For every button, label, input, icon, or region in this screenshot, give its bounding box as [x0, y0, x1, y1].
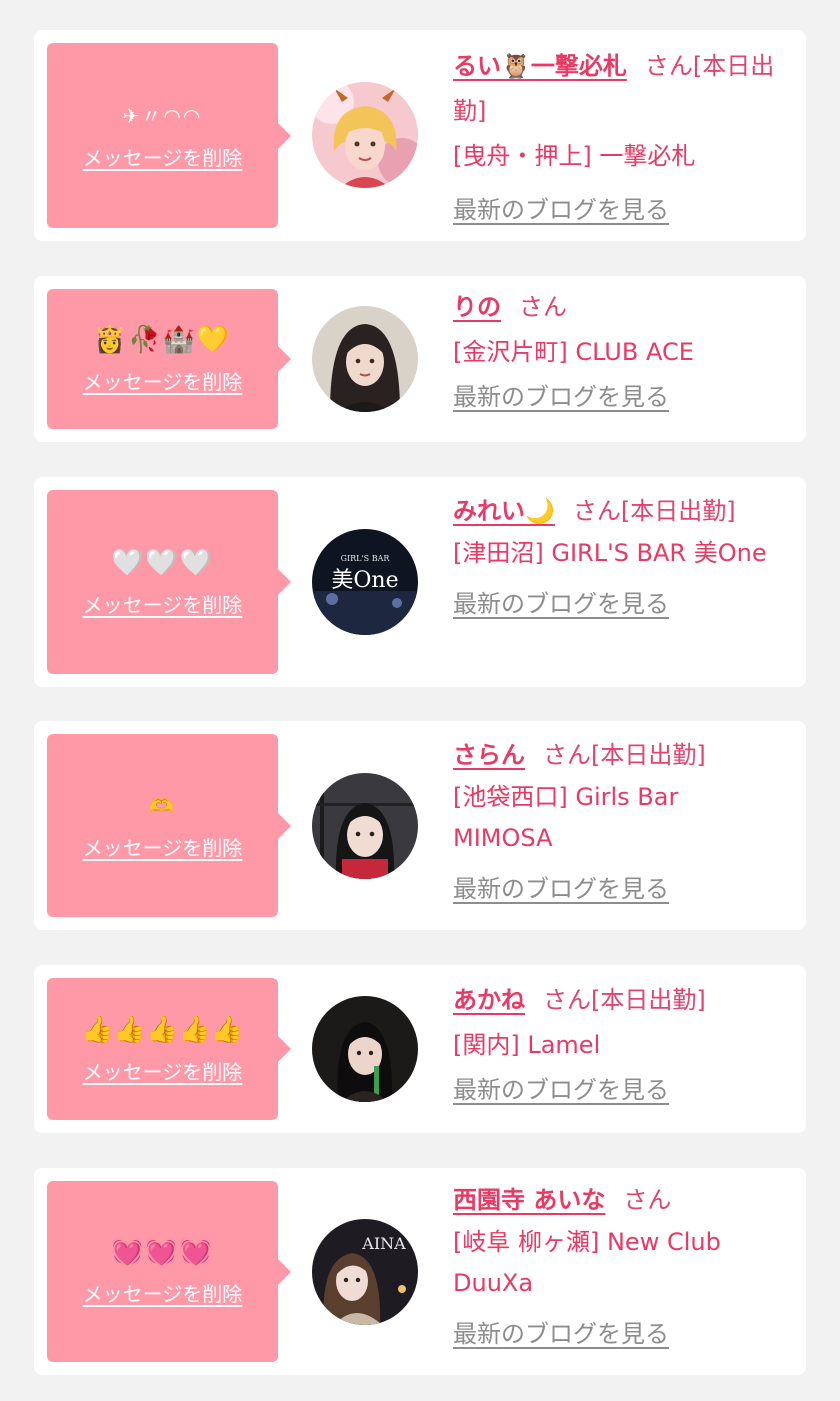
latest-blog-link[interactable]: 最新のブログを見る [453, 868, 669, 911]
shop-label: [岐阜 柳ヶ瀬] New Club DuuXa [453, 1228, 721, 1297]
message-card: 🤍🤍🤍 メッセージを削除 GIRL'S BAR 美One みれい🌙 さん[本日出勤… [34, 477, 806, 687]
shop-label: [曳舟・押上] 一撃必札 [453, 142, 696, 170]
message-bubble[interactable]: 🫶 メッセージを削除 [47, 734, 291, 917]
message-bubble[interactable]: ✈︎〃◠◠ メッセージを削除 [47, 43, 291, 228]
avatar[interactable]: AINA [312, 1219, 418, 1325]
message-bubble[interactable]: 👸🥀🏰💛 メッセージを削除 [47, 289, 291, 429]
name-row: りの さん [453, 285, 784, 330]
girl-info: るい🦉一撃必札 さん[本日出勤] [曳舟・押上] 一撃必札 最新のブログを見る [453, 44, 784, 233]
girl-info: あかね さん[本日出勤] [関内] Lamel 最新のブログを見る [453, 978, 784, 1113]
name-row: あかね さん[本日出勤] [453, 978, 784, 1023]
status-label: [本日出勤] [620, 497, 736, 525]
delete-message-link[interactable]: メッセージを削除 [83, 142, 243, 171]
san-suffix: さん [543, 741, 591, 769]
avatar[interactable] [312, 773, 418, 879]
girl-info: 西園寺 あいな さん [岐阜 柳ヶ瀬] New Club DuuXa 最新のブログ… [453, 1179, 784, 1356]
delete-message-link[interactable]: メッセージを削除 [83, 1056, 243, 1085]
girl-name-link[interactable]: りの [453, 293, 501, 321]
message-card: 👸🥀🏰💛 メッセージを削除 りの さん [金沢片町] CLUB ACE 最新のブロ… [34, 276, 806, 442]
name-row: みれい🌙 さん[本日出勤] [453, 490, 784, 533]
status-label: [本日出勤] [591, 741, 706, 769]
message-card: 💓💓💓 メッセージを削除 AINA 西園寺 あいな さん [岐阜 柳ヶ瀬] New… [34, 1168, 806, 1375]
shop-label: [金沢片町] CLUB ACE [453, 338, 694, 366]
avatar-logo-main: AINA [361, 1234, 406, 1253]
girl-name-link[interactable]: さらん [453, 741, 525, 769]
san-suffix: さん [572, 497, 621, 525]
message-bubble[interactable]: 💓💓💓 メッセージを削除 [47, 1181, 291, 1362]
message-bubble[interactable]: 👍👍👍👍👍 メッセージを削除 [47, 978, 291, 1120]
shop-label: [関内] Lamel [453, 1031, 601, 1059]
message-card: ✈︎〃◠◠ メッセージを削除 るい🦉一撃必札 さん[本日出勤] [曳舟・押上] 一… [34, 30, 806, 241]
message-card: 👍👍👍👍👍 メッセージを削除 あかね さん[本日出勤] [関内] Lamel 最新… [34, 965, 806, 1133]
girl-name-link[interactable]: 西園寺 あいな [453, 1186, 605, 1214]
shop-label: [池袋西口] Girls Bar MIMOSA [453, 783, 679, 852]
message-text: 🫶 [149, 794, 176, 818]
girl-info: りの さん [金沢片町] CLUB ACE 最新のブログを見る [453, 285, 784, 420]
name-row: るい🦉一撃必札 さん[本日出勤] [453, 44, 784, 134]
message-bubble[interactable]: 🤍🤍🤍 メッセージを削除 [47, 490, 291, 674]
girl-info: みれい🌙 さん[本日出勤] [津田沼] GIRL'S BAR 美One 最新のブロ… [453, 490, 784, 626]
avatar-logo-top: GIRL'S BAR [341, 554, 391, 563]
girl-info: さらん さん[本日出勤] [池袋西口] Girls Bar MIMOSA 最新のブ… [453, 734, 784, 911]
girl-name-link[interactable]: あかね [453, 986, 525, 1014]
avatar[interactable] [312, 82, 418, 188]
message-card: 🫶 メッセージを削除 さらん さん[本日出勤] [池袋西口] Girls Bar … [34, 721, 806, 930]
name-row: さらん さん[本日出勤] [453, 734, 784, 777]
san-suffix: さん [644, 52, 693, 80]
latest-blog-link[interactable]: 最新のブログを見る [453, 188, 669, 233]
message-text: ✈︎〃◠◠ [122, 104, 203, 128]
message-text: 💓💓💓 [110, 1237, 215, 1267]
avatar-logo-main: 美One [331, 568, 398, 593]
latest-blog-link[interactable]: 最新のブログを見る [453, 1068, 669, 1113]
name-row: 西園寺 あいな さん [453, 1179, 784, 1222]
girl-name-link[interactable]: みれい🌙 [453, 497, 555, 525]
status-label: [本日出勤] [591, 986, 706, 1014]
avatar[interactable] [312, 306, 418, 412]
girl-name-link[interactable]: るい🦉一撃必札 [453, 52, 627, 80]
avatar[interactable] [312, 996, 418, 1102]
delete-message-link[interactable]: メッセージを削除 [83, 589, 243, 618]
message-text: 👍👍👍👍👍 [81, 1014, 244, 1045]
delete-message-link[interactable]: メッセージを削除 [83, 832, 243, 861]
message-text: 🤍🤍🤍 [110, 547, 215, 578]
avatar[interactable]: GIRL'S BAR 美One [312, 529, 418, 635]
delete-message-link[interactable]: メッセージを削除 [83, 1278, 243, 1307]
delete-message-link[interactable]: メッセージを削除 [83, 366, 243, 395]
latest-blog-link[interactable]: 最新のブログを見る [453, 583, 669, 626]
shop-label: [津田沼] GIRL'S BAR 美One [453, 539, 767, 567]
san-suffix: さん [543, 986, 591, 1014]
san-suffix: さん [519, 293, 567, 321]
latest-blog-link[interactable]: 最新のブログを見る [453, 375, 669, 420]
latest-blog-link[interactable]: 最新のブログを見る [453, 1313, 669, 1356]
message-text: 👸🥀🏰💛 [93, 324, 232, 355]
san-suffix: さん [623, 1186, 672, 1214]
